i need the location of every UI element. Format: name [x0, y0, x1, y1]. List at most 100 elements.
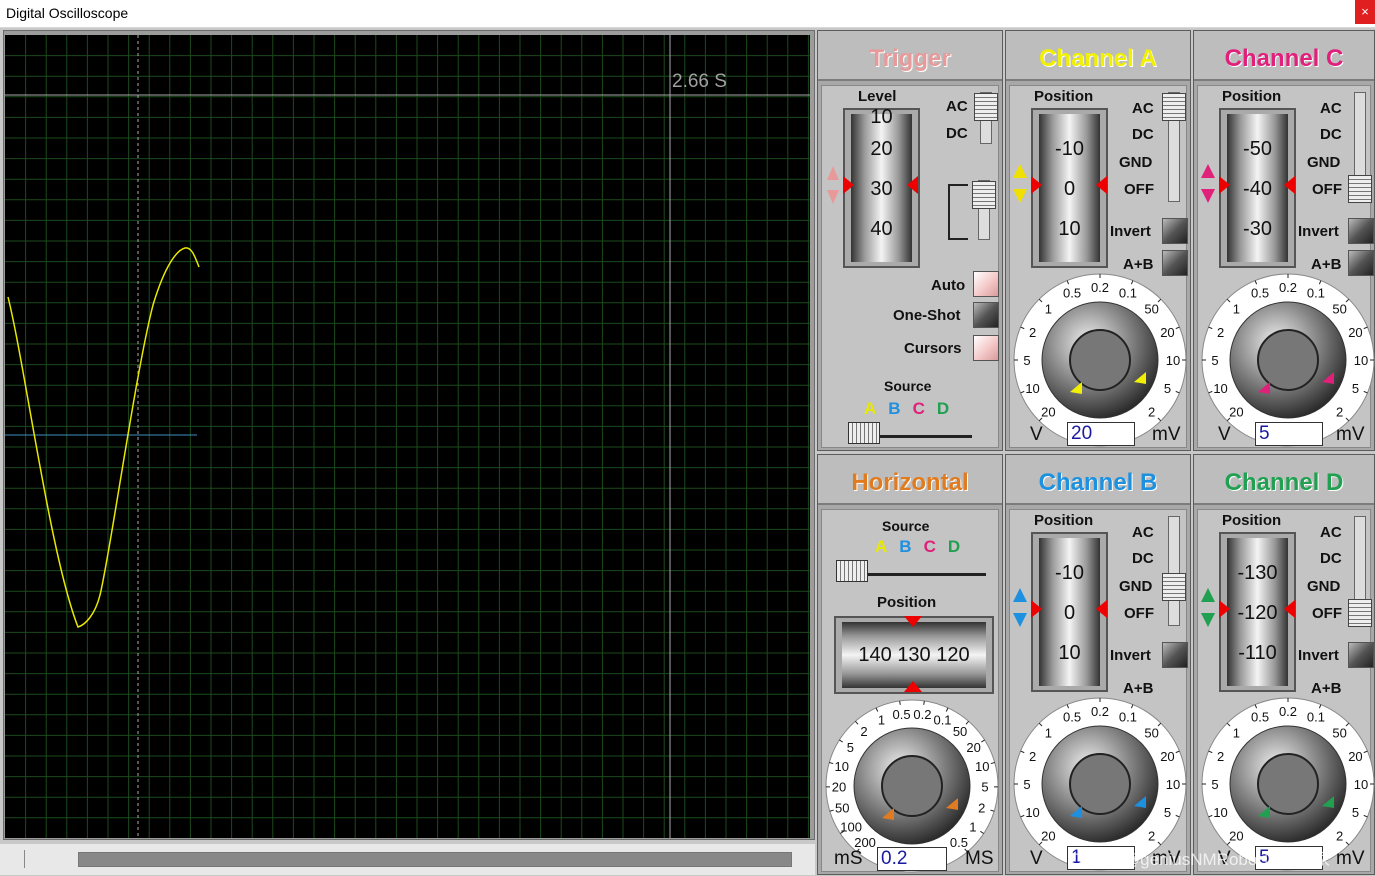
level-marker-left-icon — [843, 176, 854, 194]
channel-a-position-label: Position — [1034, 88, 1093, 105]
knob-scale-label: 2 — [1148, 405, 1155, 420]
cursors-button[interactable] — [973, 335, 999, 361]
channel-c-off-label: OFF — [1312, 181, 1342, 198]
channel-a-marker-left-icon — [1031, 176, 1042, 194]
channel-d-up-arrow-icon[interactable] — [1201, 588, 1215, 602]
knob-scale-label: 20 — [1041, 405, 1055, 420]
close-button[interactable]: × — [1355, 0, 1375, 24]
knob-scale-label: 5 — [1164, 805, 1171, 820]
channel-a-dc-label: DC — [1132, 126, 1154, 143]
knob-scale-label: 0.1 — [1119, 710, 1137, 725]
channel-b-up-arrow-icon[interactable] — [1013, 588, 1027, 602]
channel-c-gnd-label: GND — [1307, 154, 1340, 171]
knob-scale-label: 1 — [1233, 301, 1240, 316]
channel-c-volts-field[interactable] — [1255, 422, 1323, 446]
knob-scale-label: 5 — [847, 740, 854, 755]
timebase-field[interactable] — [877, 847, 947, 871]
knob-scale-label: 2 — [1336, 405, 1343, 420]
knob-scale-label: 0.2 — [1091, 280, 1109, 295]
channel-b-marker-left-icon — [1031, 600, 1042, 618]
trigger-coupling-switch[interactable] — [980, 92, 992, 144]
channel-d-dc-label: DC — [1320, 550, 1342, 567]
channel-a-volts-field[interactable] — [1067, 422, 1135, 446]
knob-scale-label: 10 — [1166, 777, 1180, 792]
channel-b-ac-label: AC — [1132, 524, 1154, 541]
channel-a-invert-button[interactable] — [1162, 218, 1188, 244]
one-shot-button[interactable] — [973, 302, 999, 328]
channel-c-up-arrow-icon[interactable] — [1201, 164, 1215, 178]
horizontal-source-label: Source — [882, 518, 929, 534]
level-up-arrow-icon[interactable] — [827, 166, 839, 180]
trigger-panel: Trigger Level 10 20 30 40 AC DC Auto One… — [817, 30, 1003, 451]
channel-d-gnd-label: GND — [1307, 578, 1340, 595]
channel-b-invert-button[interactable] — [1162, 642, 1188, 668]
knob-scale-label: 10 — [1213, 381, 1227, 396]
channel-a-coupling-switch[interactable] — [1168, 92, 1180, 202]
knob-scale-label: 0.1 — [1307, 710, 1325, 725]
knob-scale-label: 50 — [1144, 725, 1158, 740]
channel-c-invert-label: Invert — [1298, 223, 1339, 240]
knob-scale-label: 0.5 — [893, 707, 911, 722]
channel-b-marker-right-icon — [1096, 600, 1107, 618]
knob-scale-label: 5 — [1023, 353, 1030, 368]
knob-scale-label: 1 — [1045, 301, 1052, 316]
horizontal-source-slider[interactable] — [836, 560, 986, 576]
trigger-title: Trigger — [818, 31, 1002, 81]
scrollbar-thumb[interactable] — [78, 852, 792, 867]
oscilloscope-screen[interactable]: 2.66 S — [5, 35, 810, 838]
knob-scale-label: 50 — [1332, 301, 1346, 316]
knob-scale-label: 10 — [1025, 805, 1039, 820]
knob-scale-label: 5 — [1164, 381, 1171, 396]
knob-scale-label: 20 — [832, 780, 846, 795]
knob-scale-label: 2 — [1336, 829, 1343, 844]
channel-b-position-label: Position — [1034, 512, 1093, 529]
channel-b-title: Channel B — [1006, 455, 1190, 505]
horizontal-scrollbar[interactable] — [0, 844, 815, 875]
auto-button[interactable] — [973, 271, 999, 297]
channel-d-position-label: Position — [1222, 512, 1281, 529]
channel-d-invert-button[interactable] — [1348, 642, 1374, 668]
channel-c-ac-label: AC — [1320, 100, 1342, 117]
channel-a-invert-label: Invert — [1110, 223, 1151, 240]
channel-d-off-label: OFF — [1312, 605, 1342, 622]
channel-a-gnd-label: GND — [1119, 154, 1152, 171]
channel-c-down-arrow-icon[interactable] — [1201, 189, 1215, 203]
channel-c-marker-right-icon — [1284, 176, 1295, 194]
knob-scale-label: 0.5 — [1251, 286, 1269, 301]
channel-c-unit-left: V — [1218, 424, 1231, 446]
channel-a-title: Channel A — [1006, 31, 1190, 81]
channel-a-up-arrow-icon[interactable] — [1013, 164, 1027, 178]
channel-d-marker-right-icon — [1284, 600, 1295, 618]
channel-c-unit-right: mV — [1336, 424, 1365, 446]
knob-scale-label: 1 — [1045, 725, 1052, 740]
trigger-source-slider[interactable] — [848, 422, 972, 438]
channel-b-invert-label: Invert — [1110, 647, 1151, 664]
channel-c-position-label: Position — [1222, 88, 1281, 105]
channel-c-dc-label: DC — [1320, 126, 1342, 143]
channel-d-down-arrow-icon[interactable] — [1201, 613, 1215, 627]
trigger-source-label: Source — [884, 378, 931, 394]
knob-scale-label: 10 — [1025, 381, 1039, 396]
channel-b-down-arrow-icon[interactable] — [1013, 613, 1027, 627]
channel-d-ac-label: AC — [1320, 524, 1342, 541]
channel-b-coupling-switch[interactable] — [1168, 516, 1180, 626]
knob-scale-label: 20 — [1160, 749, 1174, 764]
knob-scale-label: 10 — [1354, 777, 1368, 792]
knob-scale-label: 20 — [1160, 325, 1174, 340]
knob-scale-label: 0.2 — [1091, 704, 1109, 719]
channel-a-down-arrow-icon[interactable] — [1013, 189, 1027, 203]
horizontal-panel: Horizontal Source ABCD Position 140 130 … — [817, 454, 1003, 875]
knob-scale-label: 1 — [969, 819, 976, 834]
level-label: Level — [858, 88, 896, 105]
channel-d-coupling-switch[interactable] — [1354, 516, 1366, 626]
knob-scale-label: 20 — [1348, 749, 1362, 764]
channel-c-panel: Channel C Position -50 -40 -30 AC DC GND… — [1193, 30, 1375, 451]
channel-d-invert-label: Invert — [1298, 647, 1339, 664]
channel-c-coupling-switch[interactable] — [1354, 92, 1366, 202]
trigger-ac-label: AC — [946, 98, 968, 115]
level-down-arrow-icon[interactable] — [827, 190, 839, 204]
trigger-edge-switch[interactable] — [978, 180, 990, 240]
knob-scale-label: 5 — [1211, 777, 1218, 792]
channel-d-unit-right: mV — [1336, 848, 1365, 870]
channel-c-invert-button[interactable] — [1348, 218, 1374, 244]
